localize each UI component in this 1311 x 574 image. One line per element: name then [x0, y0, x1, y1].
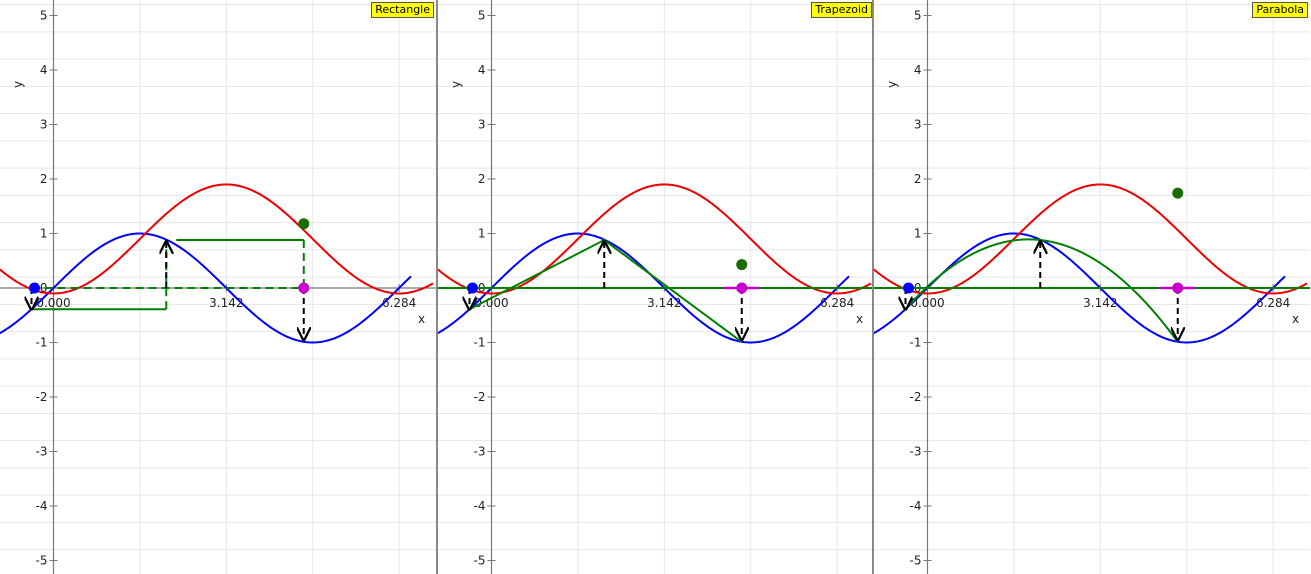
- y-tick-label: 2: [40, 172, 48, 186]
- parabola-chart: -5-4-3-2-10123450.0003.1426.284xy: [874, 0, 1310, 574]
- y-tick-label: 3: [40, 118, 48, 132]
- end-point-handle: [298, 282, 310, 294]
- y-tick-label: -3: [36, 445, 48, 459]
- y-tick-label: 5: [478, 9, 486, 23]
- y-axis-label: y: [885, 81, 899, 88]
- x-tick-label: 6.284: [820, 296, 854, 310]
- y-axis-label: y: [11, 81, 25, 88]
- method-badge-parabola[interactable]: Parabola: [1252, 2, 1308, 18]
- y-tick-label: -5: [910, 554, 922, 568]
- y-tick-label: 3: [478, 118, 486, 132]
- y-tick-label: -2: [36, 390, 48, 404]
- y-tick-label: -3: [910, 445, 922, 459]
- x-tick-label: 3.142: [209, 296, 243, 310]
- y-tick-label: -2: [910, 390, 922, 404]
- end-point-handle: [736, 282, 748, 294]
- y-tick-label: -4: [474, 499, 486, 513]
- y-tick-label: 4: [914, 63, 922, 77]
- y-tick-label: 5: [40, 9, 48, 23]
- y-tick-label: 5: [914, 9, 922, 23]
- panel-parabola[interactable]: -5-4-3-2-10123450.0003.1426.284xy Parabo…: [874, 0, 1310, 574]
- rectangle-chart: -5-4-3-2-10123450.000 3.142 6.284xy: [0, 0, 436, 574]
- y-tick-label: -1: [474, 336, 486, 350]
- x-tick-label: 6.284: [1256, 296, 1290, 310]
- y-tick-label: -4: [910, 499, 922, 513]
- method-badge-trapezoid[interactable]: Trapezoid: [811, 2, 872, 18]
- integral-value-point: [736, 259, 748, 271]
- integration-panels: -5 -4 -3 -2 -1 0 1 2 3 4 5 0.000 3.142 6.284 x y Rectan…: [0, 0, 1311, 574]
- y-tick-label: 1: [914, 227, 922, 241]
- x-tick-label: 6.284: [382, 296, 416, 310]
- y-tick-label: 2: [914, 172, 922, 186]
- method-badge-rectangle[interactable]: Rectangle: [371, 2, 434, 18]
- y-tick-label: 1: [40, 227, 48, 241]
- y-tick-label: 1: [478, 227, 486, 241]
- end-point-handle: [1172, 282, 1184, 294]
- panel-rectangle[interactable]: -5 -4 -3 -2 -1 0 1 2 3 4 5 0.000 3.142 6.284 x y Rectan…: [0, 0, 436, 574]
- integral-value-point: [298, 218, 310, 230]
- y-axis-label: y: [449, 81, 463, 88]
- x-tick-label: 0.000: [36, 296, 70, 310]
- start-point-handle: [903, 282, 914, 294]
- x-tick-label: 3.142: [647, 296, 681, 310]
- x-axis-label: x: [856, 312, 863, 326]
- y-tick-label: -4: [36, 499, 48, 513]
- integral-value-point: [1172, 187, 1184, 199]
- y-tick-label: 4: [478, 63, 486, 77]
- x-axis-label: x: [418, 312, 425, 326]
- y-tick-label: -3: [474, 445, 486, 459]
- y-tick-label: -2: [474, 390, 486, 404]
- trapezoid-chart: -5-4-3-2-10123450.0003.1426.284xy: [438, 0, 874, 574]
- y-tick-label: 2: [478, 172, 486, 186]
- y-tick-label: -1: [36, 336, 48, 350]
- start-point-handle: [467, 282, 478, 294]
- x-axis-label: x: [1292, 312, 1299, 326]
- y-tick-label: 3: [914, 118, 922, 132]
- y-tick-label: -5: [36, 554, 48, 568]
- x-tick-label: 3.142: [1083, 296, 1117, 310]
- y-tick-label: 4: [40, 63, 48, 77]
- y-tick-label: -1: [910, 336, 922, 350]
- panel-trapezoid[interactable]: -5-4-3-2-10123450.0003.1426.284xy Trapez…: [438, 0, 874, 574]
- y-tick-label: -5: [474, 554, 486, 568]
- start-point-handle: [29, 282, 40, 294]
